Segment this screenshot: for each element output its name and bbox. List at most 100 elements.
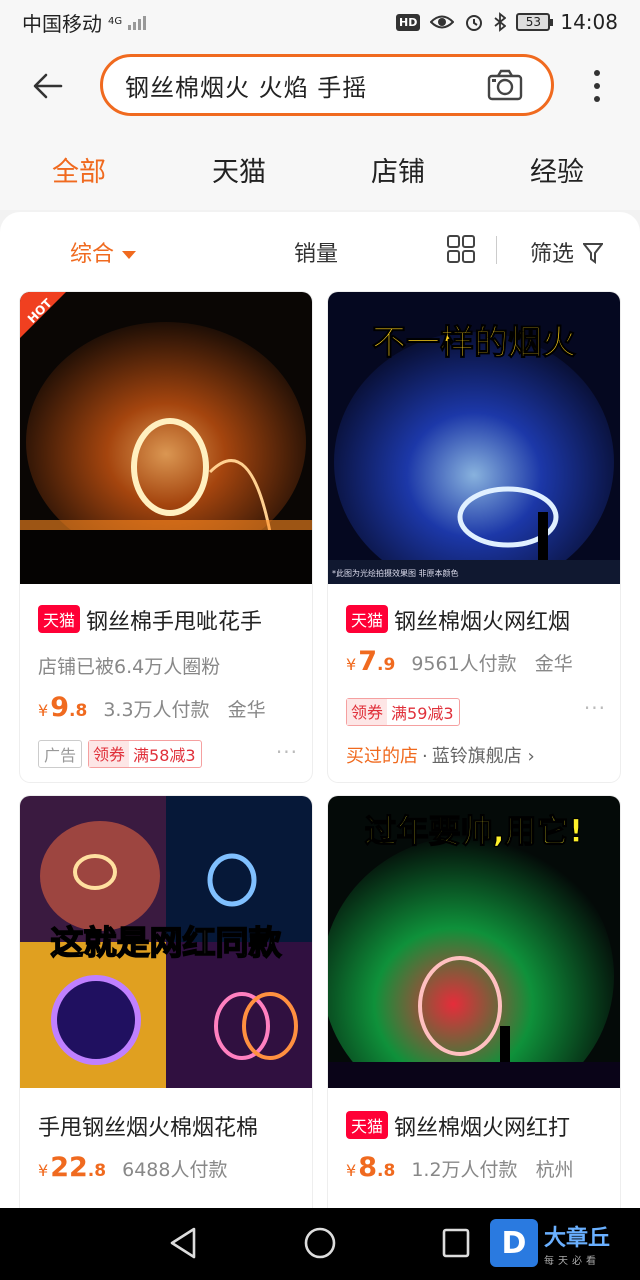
price-int: 22: [50, 1152, 88, 1183]
price-int: 8: [358, 1152, 377, 1183]
location: 金华: [227, 699, 266, 721]
currency-symbol: ¥: [38, 701, 49, 720]
shop-fans: 店铺已被6.4万人圈粉: [38, 656, 221, 678]
tab-experience[interactable]: 经验: [530, 150, 584, 189]
coupon-tag[interactable]: 领券 满59减3: [346, 698, 460, 726]
tmall-badge: 天猫: [346, 605, 389, 633]
coupon-value: 满59减3: [391, 704, 454, 723]
payer-count: 3.3万人付款: [103, 699, 210, 721]
shop-link[interactable]: 买过的店 · 蓝铃旗舰店 ›: [346, 742, 535, 768]
search-header: 钢丝棉烟火 火焰 手摇: [0, 44, 640, 130]
product-image[interactable]: HOT: [20, 292, 312, 584]
price-int: 7: [358, 646, 377, 677]
arrow-left-icon: [33, 73, 63, 99]
nav-back-icon[interactable]: [168, 1226, 198, 1260]
price-dec: .8: [87, 1161, 107, 1181]
sort-comprehensive-label: 综合: [70, 242, 115, 267]
payer-count: 9561人付款: [411, 653, 517, 675]
search-query: 钢丝棉烟火 火焰 手摇: [125, 73, 368, 102]
nav-recents-icon[interactable]: [440, 1226, 472, 1260]
bluetooth-icon: [494, 12, 507, 32]
tab-shops[interactable]: 店铺: [371, 150, 425, 189]
back-button[interactable]: [28, 66, 68, 106]
price-row: ¥7.9 9561人付款 金华: [346, 646, 573, 677]
eye-icon: [430, 15, 455, 29]
product-card[interactable]: 这就是网红同款 手甩钢丝烟火棉烟花棉 ¥22.8 6488人付款: [20, 796, 312, 1226]
ad-tag: 广告: [38, 740, 83, 768]
currency-symbol: ¥: [346, 655, 357, 674]
more-options-icon[interactable]: ···: [584, 696, 606, 720]
tab-all[interactable]: 全部: [52, 150, 106, 189]
product-title-text: 钢丝棉手甩呲花手: [86, 610, 263, 635]
more-options-icon[interactable]: ···: [276, 740, 298, 764]
battery-icon: 53: [516, 13, 554, 31]
chevron-right-icon: ›: [521, 746, 535, 767]
carrier-label: 中国移动: [22, 11, 102, 36]
price-dec: .9: [376, 655, 396, 675]
price: ¥7.9: [346, 646, 396, 677]
tab-tmall[interactable]: 天猫: [212, 150, 266, 189]
camera-icon[interactable]: [487, 69, 523, 101]
product-title[interactable]: 天猫 钢丝棉烟火网红打: [346, 1110, 616, 1142]
shop-name: 蓝铃旗舰店: [431, 746, 522, 767]
sort-comprehensive[interactable]: 综合: [70, 236, 137, 268]
filter-label: 筛选: [530, 242, 575, 267]
divider: [496, 236, 497, 264]
coupon-label: 领券: [89, 741, 130, 767]
location: 金华: [534, 653, 573, 675]
image-headline: 这就是网红同款: [51, 923, 283, 962]
payer-count: 1.2万人付款: [411, 1159, 518, 1181]
search-input[interactable]: 钢丝棉烟火 火焰 手摇: [100, 54, 554, 116]
product-image[interactable]: 过年要帅,用它!: [328, 796, 620, 1088]
product-card[interactable]: 不一样的烟火 *此图为光绘拍摄效果图 非原本颜色 天猫 钢丝棉烟火网红烟 ¥7.9…: [328, 292, 620, 782]
sort-sales[interactable]: 销量: [294, 236, 338, 268]
grid-view-icon[interactable]: [446, 234, 476, 264]
coupon-value: 满58减3: [133, 746, 196, 765]
product-title-text: 钢丝棉烟火网红打: [394, 1116, 571, 1141]
separator-dot: ·: [422, 746, 428, 767]
image-headline: 不一样的烟火: [372, 323, 576, 363]
alarm-icon: [466, 15, 483, 31]
price: ¥22.8: [38, 1152, 107, 1183]
tmall-badge: 天猫: [38, 605, 81, 633]
coupon-tag[interactable]: 领券 满58减3: [88, 740, 202, 768]
filter-bar: 综合 销量 筛选: [0, 212, 640, 288]
product-title[interactable]: 天猫 钢丝棉烟火网红烟: [346, 604, 616, 636]
product-card[interactable]: 过年要帅,用它! 天猫 钢丝棉烟火网红打 ¥8.8 1.2万人付款 杭州: [328, 796, 620, 1226]
product-image[interactable]: 不一样的烟火 *此图为光绘拍摄效果图 非原本颜色: [328, 292, 620, 584]
battery-level: 53: [525, 15, 541, 29]
product-title[interactable]: 天猫 钢丝棉手甩呲花手: [38, 604, 308, 636]
watermark-letter: D: [490, 1219, 538, 1267]
tag-row: 领券 满59减3: [346, 698, 460, 726]
product-image[interactable]: 这就是网红同款: [20, 796, 312, 1088]
price-dec: .8: [68, 701, 88, 721]
payer-count: 6488人付款: [122, 1159, 228, 1181]
price-row: ¥9.8 3.3万人付款 金华: [38, 692, 266, 723]
more-menu-button[interactable]: [590, 66, 604, 106]
image-disclaimer: *此图为光绘拍摄效果图 非原本颜色: [332, 568, 459, 578]
product-title[interactable]: 手甩钢丝烟火棉烟花棉: [38, 1110, 308, 1142]
price-int: 9: [50, 692, 69, 723]
tmall-badge: 天猫: [346, 1111, 389, 1139]
funnel-icon: [581, 243, 605, 264]
nav-home-icon[interactable]: [303, 1226, 337, 1260]
result-tabs: 全部 天猫 店铺 经验: [0, 130, 640, 210]
system-nav-bar: D 大章丘 每天必看: [0, 1208, 640, 1280]
price-row: ¥8.8 1.2万人付款 杭州: [346, 1152, 574, 1183]
coupon-label: 领券: [347, 699, 388, 725]
price-row: ¥22.8 6488人付款: [38, 1152, 227, 1183]
clock: 14:08: [560, 10, 618, 34]
product-card[interactable]: HOT 天猫 钢丝棉手甩呲花手 店铺已被6.4万人圈粉 ¥9.8 3.3万人付款 …: [20, 292, 312, 782]
watermark-logo: D 大章丘 每天必看: [490, 1212, 640, 1274]
price-dec: .8: [376, 1161, 396, 1181]
location: 杭州: [535, 1159, 574, 1181]
image-headline: 过年要帅,用它!: [365, 812, 584, 850]
currency-symbol: ¥: [38, 1161, 49, 1180]
hd-icon: HD: [396, 13, 421, 31]
filter-button[interactable]: 筛选: [530, 236, 605, 268]
price: ¥8.8: [346, 1152, 396, 1183]
watermark-slogan: 每天必看: [544, 1255, 600, 1267]
product-title-text: 钢丝棉烟火网红烟: [394, 610, 571, 635]
signal-icon: [128, 14, 147, 30]
network-type: 4G: [108, 16, 123, 27]
